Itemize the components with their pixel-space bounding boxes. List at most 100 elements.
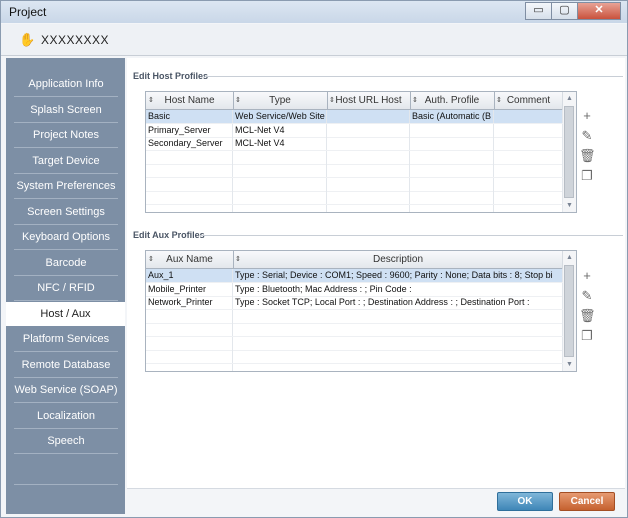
sidebar-item[interactable]: Remote Database (14, 353, 118, 378)
table-row[interactable] (146, 309, 563, 324)
table-cell: Secondary_Server (146, 137, 233, 150)
table-cell (494, 204, 563, 212)
sort-icon[interactable]: ⇕ (412, 92, 418, 109)
table-cell: Network_Printer (146, 296, 233, 309)
copy-host-icon[interactable]: ❐ (579, 168, 595, 184)
table-header: ⇕ Aux Name ⇕ Description (146, 251, 564, 269)
table-cell (233, 363, 563, 371)
column-header[interactable]: ⇕ Host Name (146, 92, 234, 109)
ok-button[interactable]: OK (497, 492, 553, 511)
copy-aux-icon[interactable]: ❐ (579, 328, 595, 344)
host-table-scrollbar[interactable]: ▲ ▼ (562, 92, 576, 212)
table-row[interactable] (146, 336, 563, 351)
table-cell (146, 363, 233, 371)
maximize-button[interactable]: ▢ (551, 2, 578, 20)
host-profiles-label: Edit Host Profiles (133, 71, 209, 81)
sidebar-item[interactable]: Speech (14, 429, 118, 454)
table-row[interactable]: Basic Web Service/Web Site Basic (Automati… (146, 110, 563, 124)
sidebar-item[interactable]: Host / Aux (6, 301, 125, 326)
aux-table-scrollbar[interactable]: ▲ ▼ (562, 251, 576, 371)
close-button[interactable]: ✕ (577, 2, 621, 20)
table-row[interactable] (146, 204, 563, 212)
table-cell: Primary_Server (146, 123, 233, 137)
sidebar-item[interactable]: NFC / RFID (14, 276, 118, 301)
table-row[interactable] (146, 350, 563, 364)
table-cell (494, 191, 563, 204)
minimize-button[interactable]: ▭ (525, 2, 552, 20)
add-host-icon[interactable]: + (579, 108, 595, 124)
sidebar-divider (14, 484, 118, 485)
table-cell (410, 191, 494, 204)
sidebar-item[interactable]: Web Service (SOAP) (14, 378, 118, 403)
table-row[interactable]: Secondary_Server MCL-Net V4 (146, 137, 563, 151)
edit-aux-icon[interactable]: ✎ (579, 288, 595, 304)
table-cell (327, 164, 410, 177)
sidebar-item[interactable]: System Preferences (14, 174, 118, 199)
cancel-button[interactable]: Cancel (559, 492, 615, 511)
scroll-up-icon[interactable]: ▲ (563, 251, 576, 264)
sidebar-item[interactable]: Screen Settings (14, 200, 118, 225)
sort-icon[interactable]: ⇕ (235, 92, 241, 109)
sidebar-item[interactable]: Splash Screen (14, 98, 118, 123)
table-cell (327, 110, 410, 123)
column-header[interactable]: ⇕ Aux Name (146, 251, 234, 268)
table-row[interactable]: Network_Printer Type : Socket TCP; Local … (146, 296, 563, 310)
sort-icon[interactable]: ⇕ (148, 251, 154, 268)
table-cell: Web Service/Web Site (233, 110, 327, 123)
column-header[interactable]: ⇕ Auth. Profile (410, 92, 495, 109)
column-header-label: Comment (506, 95, 551, 106)
sidebar-item[interactable]: Platform Services (14, 327, 118, 352)
table-row[interactable]: Aux_1 Type : Serial; Device : COM1; Speed… (146, 269, 563, 283)
sidebar-item[interactable]: Barcode (14, 251, 118, 276)
section-divider (205, 76, 623, 77)
edit-host-icon[interactable]: ✎ (579, 128, 595, 144)
add-aux-icon[interactable]: + (579, 268, 595, 284)
sidebar-nav: Application Info Splash Screen Project Not… (6, 58, 125, 514)
table-cell (233, 164, 327, 177)
table-row[interactable]: Primary_Server MCL-Net V4 (146, 123, 563, 138)
table-row[interactable] (146, 191, 563, 205)
table-header: ⇕ Host Name ⇕ Type ⇕ Host URL Host ⇕ Auth. Prof… (146, 92, 564, 110)
table-row[interactable]: Mobile_Printer Type : Bluetooth; Mac Addr… (146, 282, 563, 297)
table-row[interactable] (146, 164, 563, 178)
column-header[interactable]: ⇕ Comment (494, 92, 564, 109)
table-row[interactable] (146, 363, 563, 371)
column-header[interactable]: ⇕ Type (233, 92, 328, 109)
table-cell (233, 204, 327, 212)
column-header-label: Host Name (164, 95, 215, 106)
column-header[interactable]: ⇕ Description (233, 251, 564, 268)
scroll-thumb[interactable] (564, 106, 574, 198)
table-cell (410, 204, 494, 212)
sidebar-item[interactable]: Target Device (14, 149, 118, 174)
sidebar-item[interactable]: Application Info (14, 72, 118, 97)
sort-icon[interactable]: ⇕ (329, 92, 335, 109)
table-row[interactable] (146, 177, 563, 192)
scroll-up-icon[interactable]: ▲ (563, 92, 576, 105)
delete-aux-icon[interactable]: 🗑 (579, 308, 596, 324)
table-row[interactable] (146, 323, 563, 337)
scroll-down-icon[interactable]: ▼ (563, 358, 576, 371)
table-row[interactable] (146, 150, 563, 165)
table-cell (146, 150, 233, 164)
column-header-label: Host URL Host (335, 95, 402, 106)
table-cell: MCL-Net V4 (233, 123, 327, 137)
column-header[interactable]: ⇕ Host URL Host (327, 92, 411, 109)
column-header-label: Aux Name (166, 254, 213, 265)
table-cell (494, 137, 563, 150)
scroll-down-icon[interactable]: ▼ (563, 199, 576, 212)
sidebar-item[interactable]: Project Notes (14, 123, 118, 148)
table-cell (494, 164, 563, 177)
scroll-thumb[interactable] (564, 265, 574, 357)
sidebar-item[interactable]: Keyboard Options (14, 225, 118, 250)
title-bar[interactable]: Project ▭ ▢ ✕ (1, 1, 627, 23)
sort-icon[interactable]: ⇕ (148, 92, 154, 109)
table-cell: Basic (Automatic (B (410, 110, 494, 123)
aux-profiles-table: ⇕ Aux Name ⇕ Description ▲ ▼ Aux_1 Type : Se… (145, 250, 577, 372)
sort-icon[interactable]: ⇕ (496, 92, 502, 109)
delete-host-icon[interactable]: 🗑 (579, 148, 596, 164)
table-cell (410, 123, 494, 137)
table-cell (233, 350, 563, 363)
sidebar-item[interactable]: Localization (14, 404, 118, 429)
sort-icon[interactable]: ⇕ (235, 251, 241, 268)
table-cell (233, 150, 327, 164)
